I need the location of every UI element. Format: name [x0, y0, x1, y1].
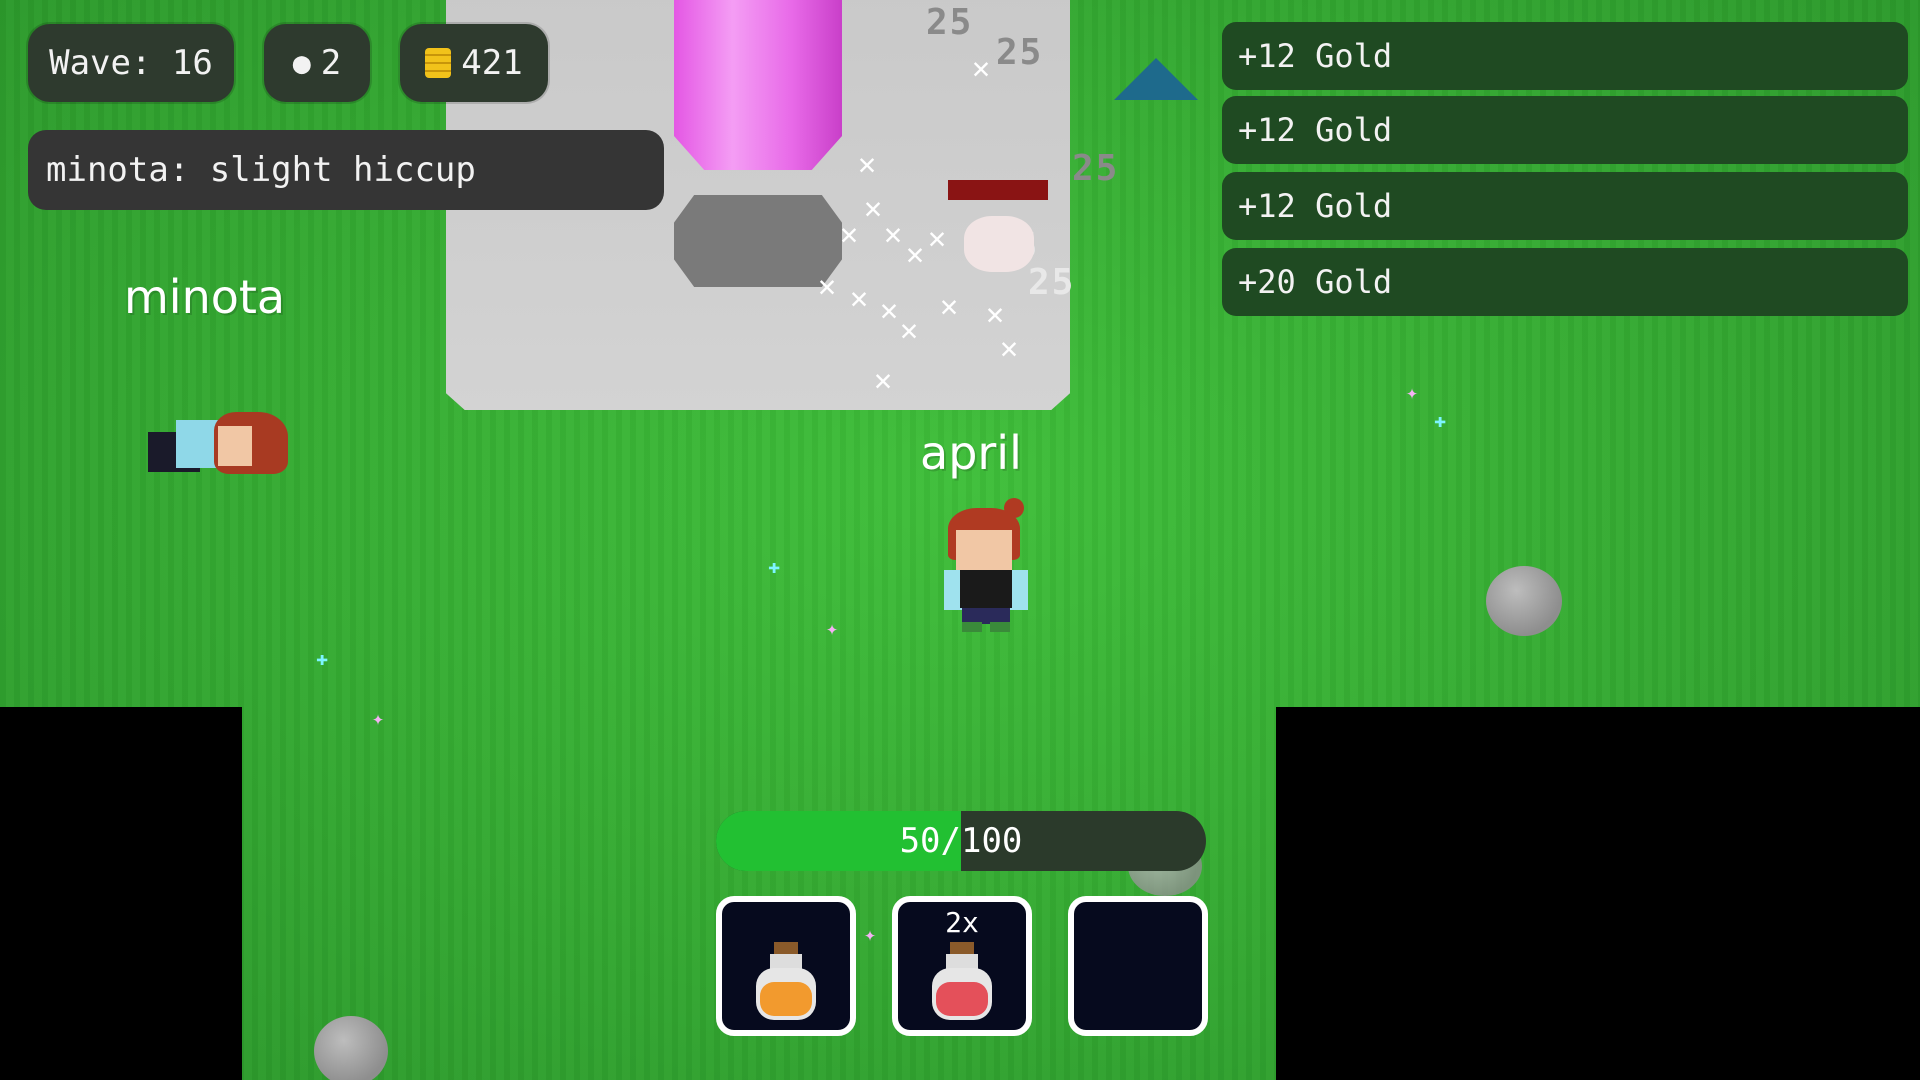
pink-crystal	[674, 0, 842, 170]
hit-spark: ✕	[858, 147, 877, 182]
damage-number: 25	[1028, 262, 1076, 303]
sparkle-particle: ✚	[316, 646, 329, 670]
health-text: 50/100	[899, 821, 1023, 861]
sparkle-particle: ✦	[372, 706, 385, 730]
hit-spark: ✕	[850, 281, 869, 316]
hit-spark: ✕	[986, 297, 1005, 332]
damage-number: 25	[926, 2, 974, 43]
hit-spark: ✕	[840, 217, 859, 252]
hit-spark: ✕	[880, 293, 899, 328]
direction-arrow-icon	[1114, 58, 1198, 100]
inventory-slot-2[interactable]: 2x	[892, 896, 1032, 1036]
hit-spark: ✕	[906, 237, 925, 272]
void-pit-left	[0, 707, 242, 1080]
item-quantity: 2x	[945, 906, 979, 939]
gold-notification: +20 Gold	[1222, 248, 1908, 316]
gold-notification: +12 Gold	[1222, 22, 1908, 90]
red-potion-icon	[932, 942, 992, 1026]
inventory-slot-3[interactable]	[1068, 896, 1208, 1036]
wave-label: Wave: 16	[49, 43, 213, 83]
bomb-icon: ●	[292, 45, 311, 81]
notification-text: +12 Gold	[1238, 187, 1393, 225]
chat-message: minota: slight hiccup	[28, 130, 664, 210]
gold-counter: 421	[400, 24, 548, 102]
sparkle-particle: ✦	[1406, 380, 1419, 404]
sparkle-particle: ✦	[826, 616, 839, 640]
damage-number: 25	[996, 32, 1044, 73]
gold-notification: +12 Gold	[1222, 172, 1908, 240]
hit-spark: ✕	[1000, 331, 1019, 366]
hit-spark: ✕	[884, 217, 903, 252]
player-minota-sprite[interactable]	[148, 412, 288, 476]
hit-spark: ✕	[940, 289, 959, 324]
wave-counter: Wave: 16	[28, 24, 234, 102]
bomb-count: 2	[320, 43, 342, 83]
inventory-slot-1[interactable]	[716, 896, 856, 1036]
hit-spark: ✕	[818, 269, 837, 304]
crystal-pedestal	[674, 195, 842, 287]
hit-spark: ✕	[864, 191, 883, 226]
hit-spark: ✕	[874, 363, 893, 398]
notification-text: +12 Gold	[1238, 37, 1393, 75]
rock	[314, 1016, 388, 1080]
sparkle-particle: ✚	[768, 554, 781, 578]
hit-spark: ✕	[900, 313, 919, 348]
enemy-sprite[interactable]	[964, 216, 1034, 272]
player-name-april: april	[920, 426, 1022, 480]
gold-count: 421	[461, 43, 523, 83]
damage-number: 25	[1072, 148, 1120, 189]
notification-text: +20 Gold	[1238, 263, 1393, 301]
gold-coins-icon	[425, 48, 452, 78]
player-health-bar: 50/100	[716, 811, 1206, 871]
sparkle-particle: ✦	[864, 922, 877, 946]
notification-text: +12 Gold	[1238, 111, 1393, 149]
player-name-minota: minota	[124, 270, 286, 324]
game-viewport[interactable]: 25 25 25 25 25 ✕ ✕ ✕ ✕ ✕ ✕ ✕ ✕ ✕ ✕ ✕ ✕ ✕…	[0, 0, 1920, 1080]
player-april-sprite[interactable]	[944, 498, 1028, 634]
bomb-counter: ● 2	[264, 24, 370, 102]
hit-spark: ✕	[928, 221, 947, 256]
gold-notification: +12 Gold	[1222, 96, 1908, 164]
orange-potion-icon	[756, 942, 816, 1026]
chat-text: minota: slight hiccup	[46, 150, 476, 190]
hit-spark: ✕	[972, 51, 991, 86]
void-pit-right	[1276, 707, 1920, 1080]
sparkle-particle: ✚	[1434, 408, 1447, 432]
enemy-health-bar	[948, 180, 1048, 200]
rock	[1486, 566, 1562, 636]
